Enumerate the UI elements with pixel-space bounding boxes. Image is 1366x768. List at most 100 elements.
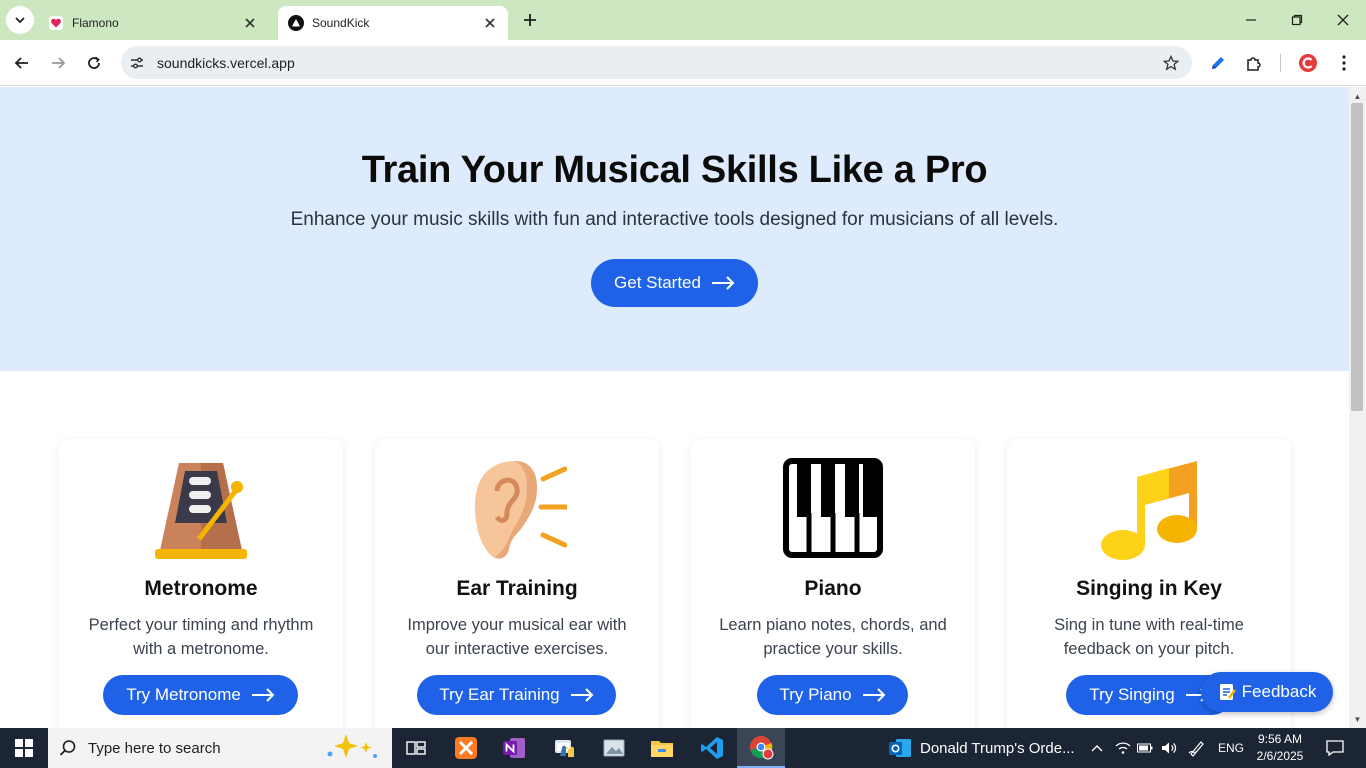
picture-icon bbox=[603, 739, 625, 757]
back-button[interactable] bbox=[6, 47, 38, 79]
volume-icon[interactable] bbox=[1158, 728, 1180, 768]
feedback-label: Feedback bbox=[1241, 682, 1317, 701]
card-description: Perfect your timing and rhythm with a met… bbox=[88, 616, 314, 658]
close-window-button[interactable] bbox=[1320, 0, 1366, 40]
clock-time: 9:56 AM bbox=[1257, 732, 1303, 746]
file-explorer-app[interactable] bbox=[638, 728, 686, 768]
hero-subtitle: Enhance your music skills with fun and i… bbox=[290, 209, 1059, 230]
news-widget[interactable]: Donald Trump's Orde... bbox=[888, 728, 1078, 768]
language-indicator[interactable]: ENG bbox=[1212, 728, 1250, 768]
more-menu-icon[interactable] bbox=[1330, 49, 1358, 77]
python-idle-icon bbox=[555, 740, 574, 757]
image-viewer-app[interactable] bbox=[590, 728, 638, 768]
card-piano: Piano Learn piano notes, chords, and prac… bbox=[691, 439, 975, 728]
arrow-right-icon bbox=[251, 688, 275, 702]
onenote-icon bbox=[503, 738, 525, 758]
arrow-right-icon bbox=[862, 688, 885, 702]
vscode-icon bbox=[701, 737, 723, 759]
minimize-button[interactable] bbox=[1228, 0, 1274, 40]
sparkle-icon bbox=[322, 732, 382, 764]
outlook-icon bbox=[889, 739, 911, 757]
xampp-app[interactable] bbox=[442, 728, 490, 768]
chrome-icon bbox=[750, 736, 774, 760]
scrollbar-thumb[interactable] bbox=[1351, 103, 1363, 411]
close-icon[interactable] bbox=[242, 15, 258, 31]
scroll-up-arrow-icon[interactable]: ▲ bbox=[1349, 89, 1366, 103]
reload-button[interactable] bbox=[78, 47, 110, 79]
news-headline: Donald Trump's Orde... bbox=[920, 739, 1075, 757]
tray-overflow-chevron-icon[interactable] bbox=[1086, 728, 1108, 768]
search-icon bbox=[48, 739, 88, 757]
close-icon bbox=[1337, 14, 1349, 26]
arrow-right-icon bbox=[711, 276, 735, 290]
page-scrollbar[interactable]: ▲ ▼ bbox=[1349, 87, 1366, 728]
restore-button[interactable] bbox=[1274, 0, 1320, 40]
button-label: Try Piano bbox=[779, 685, 852, 704]
profile-avatar[interactable] bbox=[1294, 49, 1322, 77]
card-metronome: Metronome Perfect your timing and rhythm… bbox=[59, 439, 343, 728]
card-title: Piano bbox=[804, 577, 862, 600]
tab-soundkick[interactable]: SoundKick bbox=[278, 6, 508, 40]
vscode-app[interactable] bbox=[688, 728, 736, 768]
try-piano-button[interactable]: Try Piano bbox=[757, 675, 908, 715]
tab-title: Flamono bbox=[72, 16, 119, 30]
extensions-puzzle-icon[interactable] bbox=[1240, 49, 1268, 77]
close-icon[interactable] bbox=[482, 15, 498, 31]
battery-icon[interactable] bbox=[1134, 728, 1156, 768]
minimize-icon bbox=[1246, 19, 1256, 21]
folder-icon bbox=[651, 741, 673, 757]
card-description: Improve your musical ear with our interac… bbox=[407, 616, 627, 658]
button-label: Try Ear Training bbox=[439, 685, 560, 704]
bookmark-star-icon[interactable] bbox=[1156, 48, 1186, 78]
card-description: Learn piano notes, chords, and practice y… bbox=[719, 616, 947, 658]
arrow-left-icon bbox=[14, 57, 28, 69]
tab-strip: Flamono SoundKick bbox=[0, 0, 1366, 40]
try-metronome-button[interactable]: Try Metronome bbox=[103, 675, 298, 715]
page-title: Train Your Musical Skills Like a Pro bbox=[361, 149, 988, 191]
browser-toolbar: soundkicks.vercel.app bbox=[0, 40, 1366, 86]
address-bar[interactable]: soundkicks.vercel.app bbox=[121, 46, 1192, 79]
get-started-label: Get Started bbox=[614, 273, 701, 292]
tab-search-button[interactable] bbox=[6, 6, 34, 34]
feedback-button[interactable]: Feedback bbox=[1201, 672, 1333, 712]
new-tab-button[interactable] bbox=[516, 8, 544, 32]
card-title: Metronome bbox=[144, 577, 258, 600]
metronome-icon bbox=[151, 457, 251, 561]
python-idle-app[interactable] bbox=[540, 728, 588, 768]
xampp-icon bbox=[455, 737, 477, 759]
clock[interactable]: 9:56 AM 2/6/2025 bbox=[1252, 731, 1308, 765]
button-label: Try Singing bbox=[1089, 685, 1175, 704]
taskbar-search[interactable]: Type here to search bbox=[48, 728, 392, 768]
toolbar-divider bbox=[1280, 54, 1281, 72]
taskbar: Type here to search Donald Trump's Orde.… bbox=[0, 728, 1366, 768]
task-view-icon bbox=[406, 741, 426, 755]
windows-logo-icon bbox=[15, 739, 33, 757]
try-ear-training-button[interactable]: Try Ear Training bbox=[417, 675, 616, 715]
get-started-button[interactable]: Get Started bbox=[591, 259, 758, 307]
arrow-right-icon bbox=[52, 57, 66, 69]
scroll-down-arrow-icon[interactable]: ▼ bbox=[1349, 712, 1366, 726]
restore-icon bbox=[1291, 14, 1303, 26]
site-settings-icon[interactable] bbox=[125, 51, 149, 75]
chevron-down-icon bbox=[15, 17, 25, 24]
notifications-icon[interactable] bbox=[1318, 728, 1352, 768]
task-view-button[interactable] bbox=[392, 728, 440, 768]
tab-title: SoundKick bbox=[312, 16, 370, 30]
chrome-app[interactable] bbox=[737, 728, 785, 768]
heart-icon bbox=[48, 15, 64, 31]
forward-button[interactable] bbox=[42, 47, 74, 79]
card-title: Singing in Key bbox=[1076, 577, 1222, 600]
search-placeholder: Type here to search bbox=[88, 739, 221, 757]
pen-extension-icon[interactable] bbox=[1204, 49, 1232, 77]
start-button[interactable] bbox=[0, 728, 48, 768]
network-icon[interactable] bbox=[1112, 728, 1134, 768]
plus-icon bbox=[524, 14, 536, 26]
tab-flamono[interactable]: Flamono bbox=[38, 6, 268, 40]
url-text[interactable]: soundkicks.vercel.app bbox=[157, 55, 1156, 71]
page-viewport: Train Your Musical Skills Like a Pro Enh… bbox=[0, 87, 1349, 728]
piano-icon bbox=[783, 457, 883, 561]
card-title: Ear Training bbox=[456, 577, 578, 600]
onenote-app[interactable] bbox=[490, 728, 538, 768]
pen-workspace-icon[interactable] bbox=[1184, 728, 1210, 768]
music-notes-icon bbox=[1099, 457, 1199, 561]
